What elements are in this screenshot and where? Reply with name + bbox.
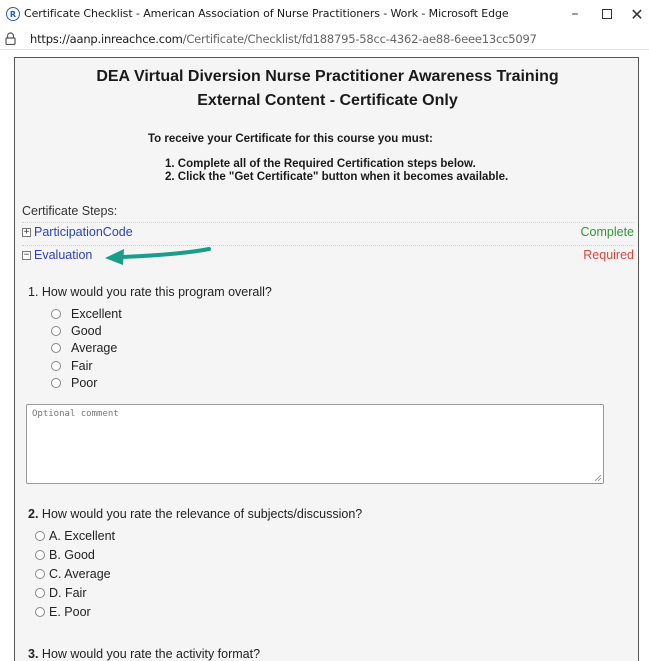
option-label: C. Average [49, 567, 111, 581]
comment-placeholder: Optional comment [32, 409, 119, 419]
status-required: Required [583, 248, 634, 262]
pointer-arrow-icon [105, 247, 211, 265]
course-subtitle: External Content - Certificate Only [197, 92, 458, 109]
instruction-step-2: 2. Click the "Get Certificate" button wh… [165, 171, 509, 183]
q1-option-average[interactable]: Average [51, 341, 117, 355]
instruction-step-1: 1. Complete all of the Required Certific… [165, 158, 476, 170]
q2-option-e[interactable]: E. Poor [35, 605, 91, 619]
q1-option-good[interactable]: Good [51, 324, 102, 338]
option-label: D. Fair [49, 586, 87, 600]
url-text: https://aanp.inreachce.com/Certificate/C… [30, 32, 537, 46]
window-title: Certificate Checklist - American Associa… [24, 7, 509, 20]
window-title-bar: R Certificate Checklist - American Assoc… [0, 0, 649, 28]
question-text: How would you rate the activity format? [38, 647, 261, 661]
option-label: E. Poor [49, 605, 91, 619]
question-text: How would you rate the relevance of subj… [38, 507, 363, 521]
radio-button[interactable] [51, 343, 61, 353]
address-bar[interactable]: https://aanp.inreachce.com/Certificate/C… [0, 28, 649, 50]
certificate-steps-label: Certificate Steps: [22, 204, 118, 218]
certificate-checklist-page: DEA Virtual Diversion Nurse Practitioner… [14, 57, 639, 661]
radio-button[interactable] [35, 550, 45, 560]
radio-button[interactable] [51, 361, 61, 371]
collapse-icon[interactable]: − [22, 251, 31, 260]
url-path: /Certificate/Checklist/fd188795-58cc-436… [182, 32, 537, 46]
status-complete: Complete [580, 225, 635, 239]
instructions-steps: 1. Complete all of the Required Certific… [165, 158, 508, 184]
q2-option-d[interactable]: D. Fair [35, 586, 87, 600]
app-favicon-icon: R [6, 7, 20, 21]
radio-button[interactable] [35, 531, 45, 541]
radio-button[interactable] [35, 588, 45, 598]
question-1: 1. How would you rate this program overa… [28, 285, 272, 299]
option-label: B. Good [49, 548, 95, 562]
maximize-icon [602, 9, 612, 19]
radio-button[interactable] [35, 607, 45, 617]
radio-button[interactable] [51, 326, 61, 336]
q2-option-c[interactable]: C. Average [35, 567, 111, 581]
q2-option-a[interactable]: A. Excellent [35, 529, 115, 543]
course-title: DEA Virtual Diversion Nurse Practitioner… [96, 68, 559, 85]
instructions-heading: To receive your Certificate for this cou… [148, 133, 433, 145]
q1-option-excellent[interactable]: Excellent [51, 307, 122, 321]
option-label: Fair [71, 359, 93, 373]
optional-comment-textarea[interactable]: Optional comment [26, 404, 604, 484]
question-number: 3. [28, 647, 39, 661]
q1-option-fair[interactable]: Fair [51, 359, 93, 373]
question-number: 2. [28, 507, 39, 521]
resize-handle-icon[interactable] [595, 475, 601, 481]
option-label: Average [71, 341, 118, 355]
step-link-evaluation[interactable]: Evaluation [34, 248, 92, 262]
option-label: Good [71, 324, 102, 338]
option-label: Poor [71, 376, 98, 390]
q2-option-b[interactable]: B. Good [35, 548, 95, 562]
question-2: 2. How would you rate the relevance of s… [28, 507, 362, 521]
close-button[interactable]: ✕ [617, 0, 649, 28]
expand-icon[interactable]: + [22, 228, 31, 237]
q1-option-poor[interactable]: Poor [51, 376, 97, 390]
lock-icon [5, 32, 16, 45]
question-3: 3. How would you rate the activity forma… [28, 647, 260, 661]
radio-button[interactable] [51, 309, 61, 319]
step-link-participation-code[interactable]: ParticipationCode [34, 225, 133, 239]
divider [22, 222, 634, 223]
radio-button[interactable] [51, 378, 61, 388]
step-row-participation-code: + ParticipationCode Complete [22, 224, 634, 244]
radio-button[interactable] [35, 569, 45, 579]
option-label: A. Excellent [49, 529, 116, 543]
option-label: Excellent [71, 307, 122, 321]
url-domain: https://aanp.inreachce.com [30, 32, 183, 46]
